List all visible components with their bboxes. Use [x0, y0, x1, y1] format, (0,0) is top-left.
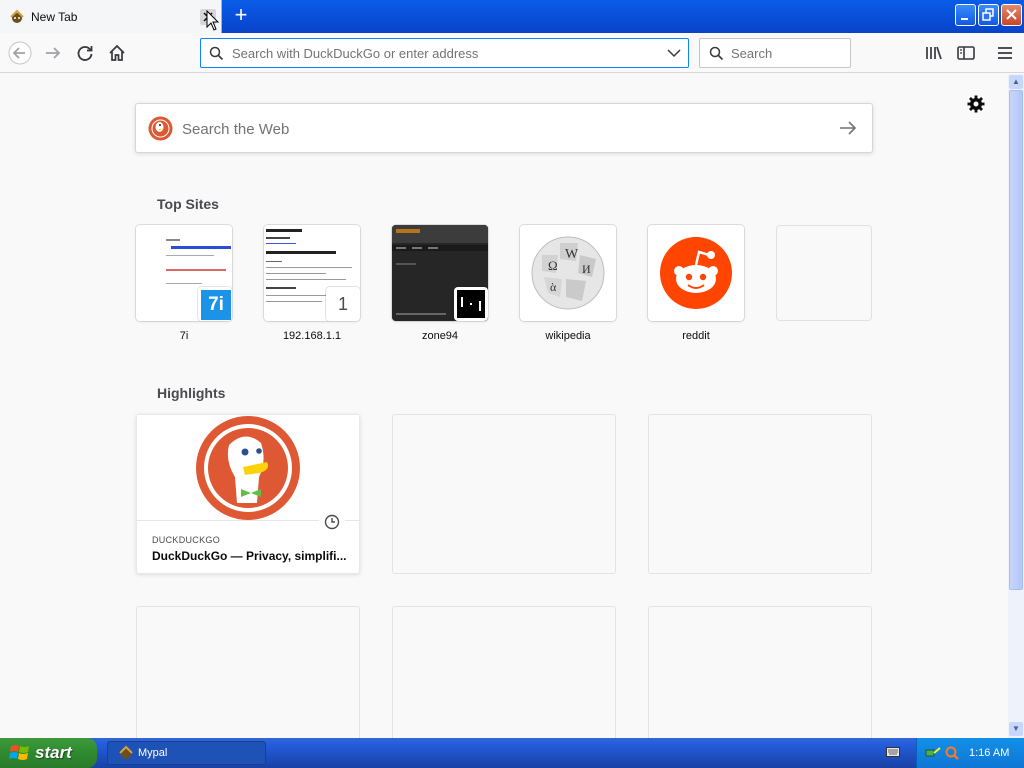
scrollbar-thumb[interactable] — [1009, 90, 1023, 590]
highlight-source: DUCKDUCKGO — [152, 535, 221, 545]
plus-icon: + — [234, 2, 248, 27]
top-site-empty — [776, 225, 872, 321]
highlight-placeholder — [648, 414, 872, 574]
mypal-icon — [10, 9, 24, 23]
chevron-down-icon[interactable] — [667, 48, 681, 58]
vertical-scrollbar[interactable]: ▲ ▼ — [1008, 74, 1024, 738]
top-site-label: 7i — [179, 330, 189, 342]
highlights-heading: Highlights — [157, 385, 226, 401]
title-bar: New Tab + — [0, 0, 1024, 33]
clock-icon — [319, 509, 345, 535]
tab-new-tab[interactable]: New Tab — [0, 0, 222, 33]
windows-logo-icon — [9, 745, 29, 760]
back-icon[interactable] — [8, 41, 32, 65]
url-input[interactable] — [232, 45, 652, 62]
reload-icon[interactable] — [73, 41, 97, 65]
top-site-label: reddit — [682, 330, 710, 342]
highlight-placeholder — [136, 606, 360, 738]
new-tab-button[interactable]: + — [228, 4, 254, 28]
start-button[interactable]: start — [0, 738, 97, 768]
forward-icon[interactable] — [41, 41, 65, 65]
system-tray: 1:16 AM — [916, 738, 1024, 768]
library-icon[interactable] — [922, 41, 946, 65]
sidebar-icon[interactable] — [954, 41, 978, 65]
site-thumbnail: 1 — [264, 225, 360, 321]
top-site-label: 192.168.1.1 — [282, 330, 342, 342]
search-tray-icon[interactable] — [944, 745, 960, 761]
top-site-zone94[interactable]: zone94 — [392, 225, 488, 342]
close-window-button[interactable] — [1001, 4, 1022, 26]
mouse-cursor-icon — [206, 10, 220, 31]
taskbar-item-label: Mypal — [138, 747, 168, 759]
search-input[interactable] — [731, 45, 841, 62]
wikipedia-globe-icon: Ω W И ὰ — [531, 236, 605, 310]
address-bar[interactable] — [200, 38, 689, 68]
duckduckgo-logo-icon — [196, 416, 300, 520]
top-site-7i[interactable]: 7i 7i — [136, 225, 232, 342]
menu-icon[interactable] — [993, 41, 1017, 65]
minimize-button[interactable] — [955, 4, 976, 26]
search-bar[interactable] — [699, 38, 851, 68]
scroll-down-arrow-icon[interactable]: ▼ — [1009, 722, 1023, 736]
taskbar-item-mypal[interactable]: Mypal — [107, 741, 266, 765]
top-site-reddit[interactable]: reddit — [648, 225, 744, 342]
search-icon — [709, 46, 724, 61]
scroll-up-arrow-icon[interactable]: ▲ — [1009, 75, 1023, 89]
taskbar-clock: 1:16 AM — [969, 747, 1010, 759]
new-tab-page: Top Sites 7i 7i — [0, 74, 1008, 738]
reddit-alien-icon — [660, 237, 732, 309]
start-label: start — [35, 743, 72, 762]
taskbar: start Mypal 1:16 AM — [0, 738, 1024, 768]
svg-text:W: W — [565, 247, 579, 262]
network-icon[interactable] — [925, 745, 941, 761]
mypal-icon — [119, 745, 133, 759]
highlight-placeholder — [392, 606, 616, 738]
svg-text:И: И — [582, 262, 591, 276]
tab-title: New Tab — [31, 9, 78, 24]
duckduckgo-icon — [148, 116, 173, 141]
site-thumbnail: Ω W И ὰ — [520, 225, 616, 321]
top-site-wikipedia[interactable]: Ω W И ὰ wikipedia — [520, 225, 616, 342]
top-site-router[interactable]: 1 192.168.1.1 — [264, 225, 360, 342]
page-number-badge: 1 — [326, 287, 360, 321]
highlight-placeholder — [648, 606, 872, 738]
keyboard-icon[interactable] — [886, 746, 900, 758]
highlight-image — [137, 415, 359, 521]
site-thumbnail-placeholder — [776, 225, 872, 321]
search-icon — [209, 46, 224, 61]
top-site-label: wikipedia — [545, 330, 591, 342]
zone94-icon — [454, 287, 488, 321]
web-search-box[interactable] — [135, 103, 873, 153]
home-icon[interactable] — [105, 41, 129, 65]
web-search-input[interactable] — [182, 119, 822, 139]
navigation-toolbar — [0, 33, 1024, 73]
top-site-label: zone94 — [421, 330, 459, 342]
minimize-icon — [961, 18, 968, 20]
restore-button[interactable] — [978, 4, 999, 26]
highlight-title: DuckDuckGo — Privacy, simplifi... — [152, 549, 347, 563]
svg-text:ὰ: ὰ — [550, 280, 557, 294]
restore-icon — [982, 8, 994, 21]
arrow-right-icon[interactable] — [839, 120, 857, 136]
gear-icon[interactable] — [966, 94, 986, 114]
highlight-placeholder — [392, 414, 616, 574]
site-thumbnail — [648, 225, 744, 321]
highlight-card-duckduckgo[interactable]: DUCKDUCKGO DuckDuckGo — Privacy, simplif… — [136, 414, 360, 574]
site-thumbnail: 7i — [136, 225, 232, 321]
svg-text:Ω: Ω — [548, 258, 558, 273]
top-sites-heading: Top Sites — [157, 196, 219, 212]
site-thumbnail — [392, 225, 488, 321]
close-icon — [1006, 9, 1017, 20]
7i-icon: 7i — [198, 287, 232, 321]
history-icon — [324, 514, 340, 530]
